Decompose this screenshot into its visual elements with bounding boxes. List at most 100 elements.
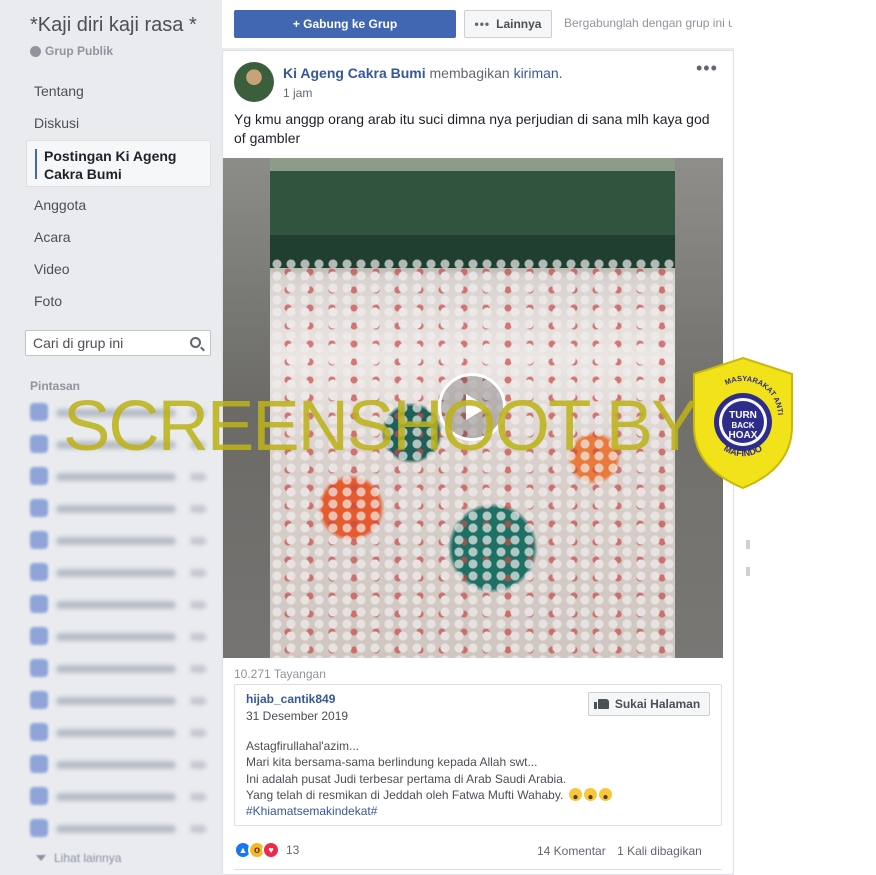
group-search-input[interactable]: [33, 335, 183, 351]
shortcut-item[interactable]: [30, 595, 210, 615]
post-options-icon[interactable]: •••: [696, 58, 718, 79]
group-icon: [30, 563, 48, 581]
post-header: Ki Ageng Cakra Bumi membagikan kiriman.: [283, 65, 563, 81]
nav-tentang[interactable]: Tentang: [34, 83, 84, 99]
group-search[interactable]: [25, 330, 211, 356]
shortcut-item[interactable]: [30, 691, 210, 711]
comment-count-link[interactable]: 14 Komentar: [537, 844, 606, 858]
shortcut-count-blurred: [190, 601, 206, 609]
shortcut-count-blurred: [190, 505, 206, 513]
reaction-count: 13: [286, 843, 300, 857]
shortcut-label-blurred: [56, 473, 176, 481]
author-name[interactable]: Ki Ageng Cakra Bumi: [283, 65, 426, 81]
shared-post-body: Astagfirullahal'azim... Mari kita bersam…: [246, 738, 716, 819]
shortcut-count-blurred: [190, 729, 206, 737]
shortcut-label-blurred: [56, 729, 176, 737]
post-text: Yg kmu anggp orang arab itu suci dimna n…: [234, 111, 710, 146]
group-icon: [30, 819, 48, 837]
view-count: 10.271 Tayangan: [234, 667, 326, 681]
badge-line-1: TURN: [729, 410, 757, 421]
thumbs-up-icon: [593, 699, 609, 709]
group-icon: [30, 499, 48, 517]
shortcut-item[interactable]: [30, 659, 210, 679]
shared-post-line: Yang telah di resmikan di Jeddah oleh Fa…: [246, 787, 564, 802]
shortcut-item[interactable]: [30, 531, 210, 551]
shortcut-count-blurred: [190, 633, 206, 641]
author-avatar[interactable]: [234, 62, 274, 102]
badge-line-2: BACK: [731, 421, 754, 430]
footer-divider: [234, 869, 722, 870]
shared-post-user[interactable]: hijab_cantik849: [246, 692, 335, 706]
nav-diskusi[interactable]: Diskusi: [34, 115, 79, 131]
right-column-fragment: [746, 540, 750, 549]
shortcut-count-blurred: [190, 665, 206, 673]
shortcut-item[interactable]: [30, 723, 210, 743]
video-stadium-scene: [270, 158, 675, 268]
shortcut-label-blurred: [56, 601, 176, 609]
nav-foto[interactable]: Foto: [34, 293, 62, 309]
join-hint-text: Bergabunglah dengan grup ini u: [564, 16, 732, 30]
nav-video[interactable]: Video: [34, 261, 70, 277]
shared-post-line: Mari kita bersama-sama berlindung kepada…: [246, 755, 538, 770]
nav-postingan-active[interactable]: Postingan Ki Ageng Cakra Bumi: [26, 140, 211, 187]
shortcut-label-blurred: [56, 761, 176, 769]
shortcut-label-blurred: [56, 569, 176, 577]
group-privacy-label: Grup Publik: [45, 44, 114, 58]
shortcut-item[interactable]: [30, 499, 210, 519]
nav-anggota[interactable]: Anggota: [34, 197, 86, 213]
more-dots-icon: •••: [474, 17, 491, 31]
shortcut-label-blurred: [56, 697, 176, 705]
right-column-fragment: [746, 567, 750, 576]
shortcut-count-blurred: [190, 569, 206, 577]
group-icon: [30, 787, 48, 805]
shortcut-count-blurred: [190, 473, 206, 481]
watermark-text: SCREENSHOOT BY: [63, 387, 698, 466]
shared-post-date[interactable]: 31 Desember 2019: [246, 709, 348, 723]
shortcut-label-blurred: [56, 505, 176, 513]
post-timestamp[interactable]: 1 jam: [283, 86, 312, 100]
shortcut-label-blurred: [56, 537, 176, 545]
post-action: membagikan: [429, 65, 510, 81]
shortcut-item[interactable]: [30, 755, 210, 775]
shortcut-item[interactable]: [30, 563, 210, 583]
nav-acara[interactable]: Acara: [34, 229, 71, 245]
like-page-label: Sukai Halaman: [614, 697, 701, 711]
globe-icon: [30, 45, 41, 57]
like-page-button[interactable]: Sukai Halaman: [588, 692, 710, 716]
see-more-link[interactable]: Lihat lainnya: [36, 851, 121, 865]
shortcut-item[interactable]: [30, 627, 210, 647]
shared-post-line-with-emoji: Yang telah di resmikan di Jeddah oleh Fa…: [246, 787, 716, 803]
group-privacy: Grup Publik: [30, 44, 113, 58]
group-icon: [30, 659, 48, 677]
shared-post-line: Astagfirullahal'azim...: [246, 739, 360, 753]
hashtag-link[interactable]: #Khiamatsemakindekat#: [246, 803, 716, 819]
shortcut-label-blurred: [56, 633, 176, 641]
shortcut-count-blurred: [190, 825, 206, 833]
shared-post-line: Ini adalah pusat Judi terbesar pertama d…: [246, 771, 567, 786]
reactions-summary[interactable]: ▲ o ♥ 13: [234, 840, 299, 860]
shortcut-item[interactable]: [30, 819, 210, 839]
post-stats: 14 Komentar 1 Kali dibagikan: [537, 844, 702, 858]
share-count-link[interactable]: 1 Kali dibagikan: [617, 844, 702, 858]
more-button-label: Lainnya: [496, 17, 542, 31]
shortcut-count-blurred: [190, 697, 206, 705]
group-icon: [30, 627, 48, 645]
search-icon[interactable]: [190, 337, 201, 348]
shared-object-link[interactable]: kiriman.: [514, 65, 563, 81]
sad-emoji-icon: [583, 787, 597, 801]
shortcut-item[interactable]: [30, 467, 210, 487]
group-icon: [30, 531, 48, 549]
shortcut-label-blurred: [56, 665, 176, 673]
group-title[interactable]: *Kaji diri kaji rasa *: [30, 14, 197, 37]
group-icon: [30, 691, 48, 709]
shortcut-item[interactable]: [30, 787, 210, 807]
more-button[interactable]: ••• Lainnya: [464, 10, 552, 38]
chevron-down-icon: [36, 855, 46, 861]
shortcut-count-blurred: [190, 761, 206, 769]
shortcut-label-blurred: [56, 825, 176, 833]
join-group-button[interactable]: + Gabung ke Grup: [234, 10, 456, 38]
see-more-label: Lihat lainnya: [54, 851, 122, 865]
group-icon: [30, 723, 48, 741]
group-icon: [30, 755, 48, 773]
love-reaction-icon: ♥: [262, 841, 280, 859]
